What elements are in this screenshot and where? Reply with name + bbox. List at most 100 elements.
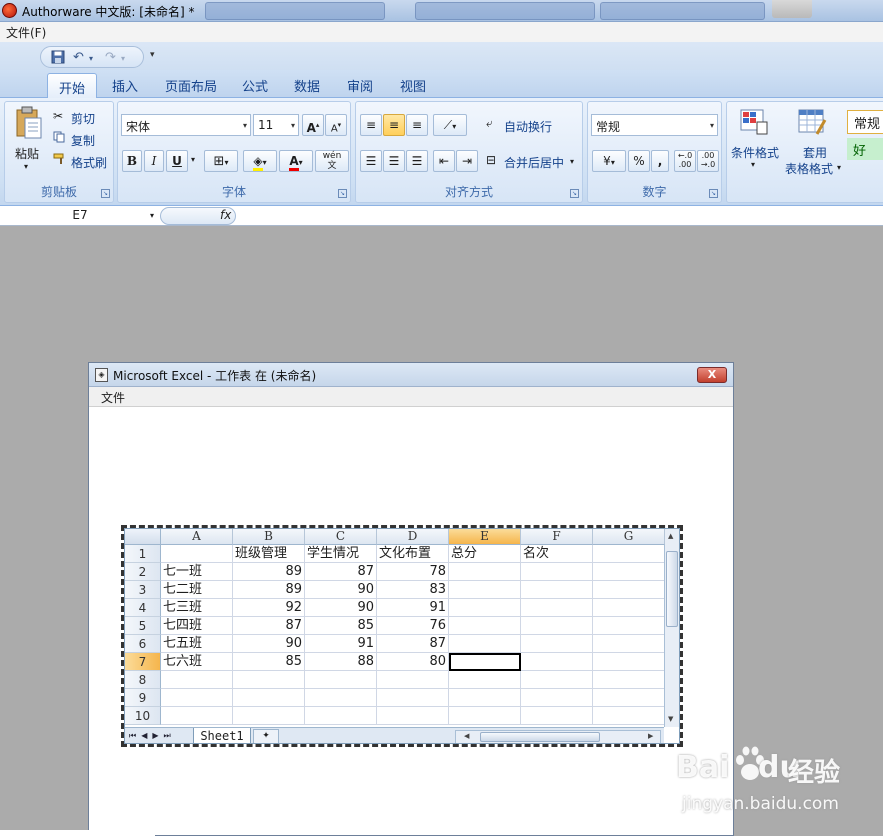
cell-g2[interactable] [593, 563, 665, 581]
embedded-sheet-frame[interactable]: 班级管理 学生情况 文化布置 总分 名次 七一班 89 87 78 七二班 89 90 83 七三班 92 9… [121, 525, 683, 747]
cell-d3[interactable]: 83 [377, 581, 449, 599]
column-header-c[interactable]: C [305, 529, 377, 545]
tab-insert[interactable]: 插入 [112, 76, 138, 95]
undo-icon[interactable]: ↶ [73, 50, 84, 65]
cell-e4[interactable] [449, 599, 521, 617]
horizontal-scrollbar[interactable]: ◀ ▶ [455, 730, 661, 743]
format-painter-label[interactable]: 格式刷 [71, 154, 107, 171]
row-header-2[interactable]: 2 [125, 563, 161, 581]
cell-f5[interactable] [521, 617, 593, 635]
cell-a6[interactable]: 七五班 [161, 635, 233, 653]
row-header-6[interactable]: 6 [125, 635, 161, 653]
cell-f2[interactable] [521, 563, 593, 581]
cell-e1[interactable]: 总分 [449, 545, 521, 563]
cell-a3[interactable]: 七二班 [161, 581, 233, 599]
cell-b10[interactable] [233, 707, 305, 725]
column-header-a[interactable]: A [161, 529, 233, 545]
vertical-scroll-thumb[interactable] [666, 551, 678, 627]
cell-f6[interactable] [521, 635, 593, 653]
scroll-up-icon[interactable]: ▲ [668, 532, 673, 540]
paste-label[interactable]: 粘贴 [15, 145, 39, 162]
cell-e3[interactable] [449, 581, 521, 599]
cell-c3[interactable]: 90 [305, 581, 377, 599]
align-top-button[interactable]: ≡ [360, 114, 382, 136]
redo-dropdown-icon[interactable]: ▾ [121, 54, 125, 63]
tab-formulas[interactable]: 公式 [242, 76, 268, 95]
wrap-text-icon[interactable]: ⤶ [486, 116, 493, 131]
cell-d8[interactable] [377, 671, 449, 689]
align-center-button[interactable]: ☰ [383, 150, 405, 172]
cell-b7[interactable]: 85 [233, 653, 305, 671]
tab-data[interactable]: 数据 [294, 76, 320, 95]
name-box[interactable]: E7 ▾ [0, 206, 160, 226]
copy-label[interactable]: 复制 [71, 132, 95, 149]
spreadsheet-grid[interactable]: 班级管理 学生情况 文化布置 总分 名次 七一班 89 87 78 七二班 89 90 83 七三班 92 9… [124, 528, 680, 744]
decrease-font-button[interactable]: A▾ [325, 114, 347, 136]
cell-a5[interactable]: 七四班 [161, 617, 233, 635]
bold-button[interactable]: B [122, 150, 142, 172]
cell-d1[interactable]: 文化布置 [377, 545, 449, 563]
column-header-b[interactable]: B [233, 529, 305, 545]
select-all-corner[interactable] [125, 529, 161, 545]
row-header-1[interactable]: 1 [125, 545, 161, 563]
table-format-label-2[interactable]: 表格格式 [785, 160, 833, 177]
table-format-label-1[interactable]: 套用 [803, 144, 827, 161]
increase-indent-button[interactable]: ⇥ [456, 150, 478, 172]
align-right-button[interactable]: ☰ [406, 150, 428, 172]
cell-c2[interactable]: 87 [305, 563, 377, 581]
cell-f4[interactable] [521, 599, 593, 617]
wrap-text-label[interactable]: 自动换行 [504, 118, 552, 135]
scroll-left-icon[interactable]: ◀ [464, 732, 469, 740]
font-color-button[interactable]: A▾ [279, 150, 313, 172]
cell-g1[interactable] [593, 545, 665, 563]
cell-c10[interactable] [305, 707, 377, 725]
row-header-8[interactable]: 8 [125, 671, 161, 689]
paste-icon[interactable] [15, 106, 43, 143]
cell-b6[interactable]: 90 [233, 635, 305, 653]
cell-d9[interactable] [377, 689, 449, 707]
row-header-10[interactable]: 10 [125, 707, 161, 725]
cell-g3[interactable] [593, 581, 665, 599]
merge-center-label[interactable]: 合并后居中 [504, 154, 564, 171]
cell-d4[interactable]: 91 [377, 599, 449, 617]
column-header-e[interactable]: E [449, 529, 521, 545]
cell-c9[interactable] [305, 689, 377, 707]
style-good-swatch[interactable]: 好 [847, 138, 883, 160]
paste-dropdown-icon[interactable]: ▾ [24, 162, 28, 171]
cell-c6[interactable]: 91 [305, 635, 377, 653]
cell-c5[interactable]: 85 [305, 617, 377, 635]
alignment-launcher-icon[interactable]: ↘ [570, 189, 579, 198]
cell-g8[interactable] [593, 671, 665, 689]
sheet-tab-sheet1[interactable]: Sheet1 [193, 728, 251, 743]
cell-e9[interactable] [449, 689, 521, 707]
row-header-3[interactable]: 3 [125, 581, 161, 599]
decrease-decimal-button[interactable]: .00 →.0 [697, 150, 719, 172]
cell-c8[interactable] [305, 671, 377, 689]
tab-view[interactable]: 视图 [400, 76, 426, 95]
clipboard-launcher-icon[interactable]: ↘ [101, 189, 110, 198]
align-bottom-button[interactable]: ≡ [406, 114, 428, 136]
font-name-select[interactable]: 宋体 ▾ [121, 114, 251, 136]
cell-c1[interactable]: 学生情况 [305, 545, 377, 563]
tab-home[interactable]: 开始 [47, 73, 97, 99]
insert-function-icon[interactable]: fx [220, 208, 231, 222]
close-button[interactable]: X [697, 367, 727, 383]
merge-dropdown-icon[interactable]: ▾ [570, 157, 574, 166]
comma-button[interactable]: , [651, 150, 669, 172]
cell-g4[interactable] [593, 599, 665, 617]
cell-d6[interactable]: 87 [377, 635, 449, 653]
cell-f3[interactable] [521, 581, 593, 599]
row-header-7[interactable]: 7 [125, 653, 161, 671]
conditional-format-dropdown-icon[interactable]: ▾ [751, 160, 755, 169]
fill-color-button[interactable]: ◈▾ [243, 150, 277, 172]
font-size-select[interactable]: 11 ▾ [253, 114, 299, 136]
cell-d7[interactable]: 80 [377, 653, 449, 671]
cell-b2[interactable]: 89 [233, 563, 305, 581]
cell-a2[interactable]: 七一班 [161, 563, 233, 581]
copy-icon[interactable] [53, 131, 65, 146]
style-normal-swatch[interactable]: 常规 [847, 110, 883, 134]
cell-d5[interactable]: 76 [377, 617, 449, 635]
cell-b5[interactable]: 87 [233, 617, 305, 635]
align-left-button[interactable]: ☰ [360, 150, 382, 172]
cut-label[interactable]: 剪切 [71, 110, 95, 127]
